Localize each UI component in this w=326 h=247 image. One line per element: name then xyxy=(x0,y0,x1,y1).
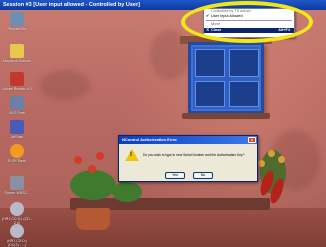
close-icon: ✕ xyxy=(206,27,210,32)
flower xyxy=(88,165,96,173)
dried-flower xyxy=(268,150,275,157)
authorisation-error-dialog: NControl Authorisation Error × ! Do you … xyxy=(118,135,258,182)
dialog-titlebar[interactable]: NControl Authorisation Error × xyxy=(119,136,257,144)
menu-item-close[interactable]: ✕ Close Alt+F4 xyxy=(204,27,294,33)
desktop-icon-label: ArtScan xyxy=(10,135,24,139)
desktop-icon-label: Rohrer WN32... xyxy=(4,191,30,195)
flower-pot xyxy=(76,208,110,230)
desktop-icon-label: SUPERase xyxy=(7,159,27,163)
recycle-bin-icon xyxy=(10,12,24,26)
checkmark-icon: ✔ xyxy=(206,14,210,19)
window-sill xyxy=(182,113,270,119)
no-button[interactable]: No xyxy=(193,172,213,179)
dialog-title: NControl Authorisation Error xyxy=(122,137,177,142)
yes-button[interactable]: Yes xyxy=(165,172,185,179)
dried-flower xyxy=(258,160,265,167)
rohrer-icon xyxy=(10,176,24,190)
desktop-icon-label: Adobe Reader 6.0 xyxy=(2,87,32,91)
superase-icon xyxy=(10,144,24,158)
avg-icon xyxy=(10,96,24,110)
close-shortcut: Alt+F4 xyxy=(278,27,290,32)
warning-icon-mark: ! xyxy=(130,152,132,158)
desktop-icon-label: Recycle Bin xyxy=(7,27,27,31)
desktop-icon-outlook[interactable]: Microsoft Outlook xyxy=(2,44,32,63)
desktop-icon-cd-drive-1[interactable]: (HR1 CD D:) (CD - 2.0) xyxy=(2,202,32,225)
desktop-icon-label: (HR1 CD D:) (DC(3) - ...) xyxy=(6,239,28,247)
menu-separator xyxy=(206,20,292,22)
flower xyxy=(96,152,104,160)
desktop-icon-label: AVG Free xyxy=(9,111,25,115)
desktop-icon-rohrer[interactable]: Rohrer WN32... xyxy=(2,176,32,195)
cd-drive-icon xyxy=(10,224,24,238)
wallpaper-floor xyxy=(0,208,326,247)
dried-flower xyxy=(278,156,285,163)
dialog-close-button[interactable]: × xyxy=(248,137,256,143)
desktop-icon-artscan[interactable]: ArtScan xyxy=(2,120,32,139)
desktop-icon-adobe-reader[interactable]: Adobe Reader 6.0 xyxy=(2,72,32,91)
flower xyxy=(74,156,82,164)
adobe-reader-icon xyxy=(10,72,24,86)
plant-leaves xyxy=(112,182,142,202)
session-system-menu: Controlled by TS admin ✔ User Input Allo… xyxy=(203,8,295,38)
outlook-icon xyxy=(10,44,24,58)
dialog-message: Do you wish to type in new Serial Number… xyxy=(143,153,245,157)
desktop-icon-superase[interactable]: SUPERase xyxy=(2,144,32,163)
artscan-icon xyxy=(10,120,24,134)
desktop-icon-label: Microsoft Outlook xyxy=(3,59,31,63)
desktop-icon-recycle-bin[interactable]: Recycle Bin xyxy=(2,12,32,31)
warning-icon xyxy=(125,149,139,161)
desktop[interactable]: Recycle Bin Microsoft Outlook Adobe Read… xyxy=(0,10,326,247)
session-title: Session #3 [User input allowed - Control… xyxy=(3,2,140,8)
menu-item-user-input-allowed[interactable]: ✔ User Input Allowed xyxy=(204,14,294,19)
plant-leaves xyxy=(70,170,116,200)
desktop-icon-avg[interactable]: AVG Free xyxy=(2,96,32,115)
cd-drive-icon xyxy=(10,202,24,216)
desktop-icon-cd-drive-2[interactable]: (HR1 CD D:) (DC(3) - ...) xyxy=(2,224,32,247)
wallpaper-window xyxy=(188,42,264,114)
wallpaper-stain xyxy=(40,70,90,100)
